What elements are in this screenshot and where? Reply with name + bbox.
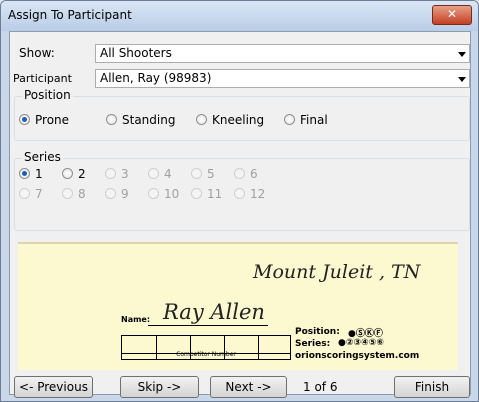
show-dropdown[interactable]: All Shooters bbox=[95, 44, 470, 63]
series-option-label: 7 bbox=[35, 187, 43, 201]
radio-icon bbox=[191, 188, 202, 199]
card-position-label: Position: bbox=[295, 327, 340, 337]
card-site: orionscoringsystem.com bbox=[295, 351, 420, 361]
show-value: All Shooters bbox=[100, 46, 172, 60]
next-button[interactable]: Next -> bbox=[210, 376, 287, 398]
window-title: Assign To Participant bbox=[8, 8, 132, 22]
series-option-label: 5 bbox=[207, 167, 215, 181]
participant-value: Allen, Ray (98983) bbox=[100, 71, 212, 85]
previous-button-label: <- Previous bbox=[19, 380, 88, 394]
scorecard-image: Mount Juleit , TN Name: Ray Allen Compet… bbox=[18, 242, 458, 370]
series-option-label: 4 bbox=[164, 167, 172, 181]
radio-icon bbox=[234, 168, 245, 179]
close-icon: ✕ bbox=[446, 7, 458, 21]
competitor-number-boxes: Competitor Number bbox=[121, 335, 291, 360]
radio-icon bbox=[105, 168, 116, 179]
participant-dropdown[interactable]: Allen, Ray (98983) bbox=[95, 69, 470, 88]
card-series-label: Series: bbox=[295, 339, 331, 349]
finish-button-label: Finish bbox=[414, 380, 450, 394]
competitor-number-label: Competitor Number bbox=[176, 351, 236, 358]
card-name-line bbox=[148, 325, 268, 326]
chevron-down-icon bbox=[458, 77, 466, 82]
position-group-title: Position bbox=[22, 88, 73, 102]
card-name-label: Name: bbox=[121, 315, 151, 324]
series-group-title: Series bbox=[22, 150, 63, 164]
radio-icon bbox=[148, 188, 159, 199]
finish-button[interactable]: Finish bbox=[394, 376, 470, 398]
position-option-label: Standing bbox=[122, 113, 176, 127]
series-option-label: 1 bbox=[35, 167, 43, 181]
radio-icon bbox=[106, 114, 117, 125]
position-option-label: Final bbox=[300, 113, 328, 127]
radio-icon bbox=[148, 168, 159, 179]
position-option-label: Kneeling bbox=[212, 113, 265, 127]
card-series-marks: ●②③④⑤⑥ bbox=[338, 338, 384, 348]
page-counter: 1 of 6 bbox=[303, 380, 338, 394]
radio-icon bbox=[234, 188, 245, 199]
series-option-label: 2 bbox=[78, 167, 86, 181]
series-option-label: 12 bbox=[250, 187, 266, 201]
chevron-down-icon bbox=[458, 52, 466, 57]
dialog-body: Show: All Shooters Participant Allen, Ra… bbox=[9, 31, 471, 398]
skip-button[interactable]: Skip -> bbox=[120, 376, 199, 398]
radio-icon bbox=[19, 168, 30, 179]
close-button[interactable]: ✕ bbox=[432, 5, 472, 25]
radio-icon bbox=[105, 188, 116, 199]
series-option-label: 6 bbox=[250, 167, 258, 181]
radio-icon bbox=[19, 114, 30, 125]
previous-button[interactable]: <- Previous bbox=[14, 376, 93, 398]
participant-label: Participant bbox=[13, 72, 72, 85]
series-option-label: 9 bbox=[121, 187, 129, 201]
title-bar: Assign To Participant ✕ bbox=[1, 1, 478, 31]
radio-icon bbox=[191, 168, 202, 179]
show-label: Show: bbox=[19, 46, 55, 60]
dialog-window: Assign To Participant ✕ Show: All Shoote… bbox=[0, 0, 479, 402]
next-button-label: Next -> bbox=[225, 380, 272, 394]
series-option-label: 8 bbox=[78, 187, 86, 201]
skip-button-label: Skip -> bbox=[137, 380, 182, 394]
series-option-label: 3 bbox=[121, 167, 129, 181]
radio-icon bbox=[62, 188, 73, 199]
radio-icon bbox=[62, 168, 73, 179]
radio-icon bbox=[196, 114, 207, 125]
card-name: Ray Allen bbox=[163, 300, 265, 324]
card-location: Mount Juleit , TN bbox=[253, 261, 421, 283]
radio-icon bbox=[19, 188, 30, 199]
series-option-label: 10 bbox=[164, 187, 180, 201]
radio-icon bbox=[284, 114, 295, 125]
series-option-label: 11 bbox=[207, 187, 223, 201]
position-option-label: Prone bbox=[35, 113, 70, 127]
